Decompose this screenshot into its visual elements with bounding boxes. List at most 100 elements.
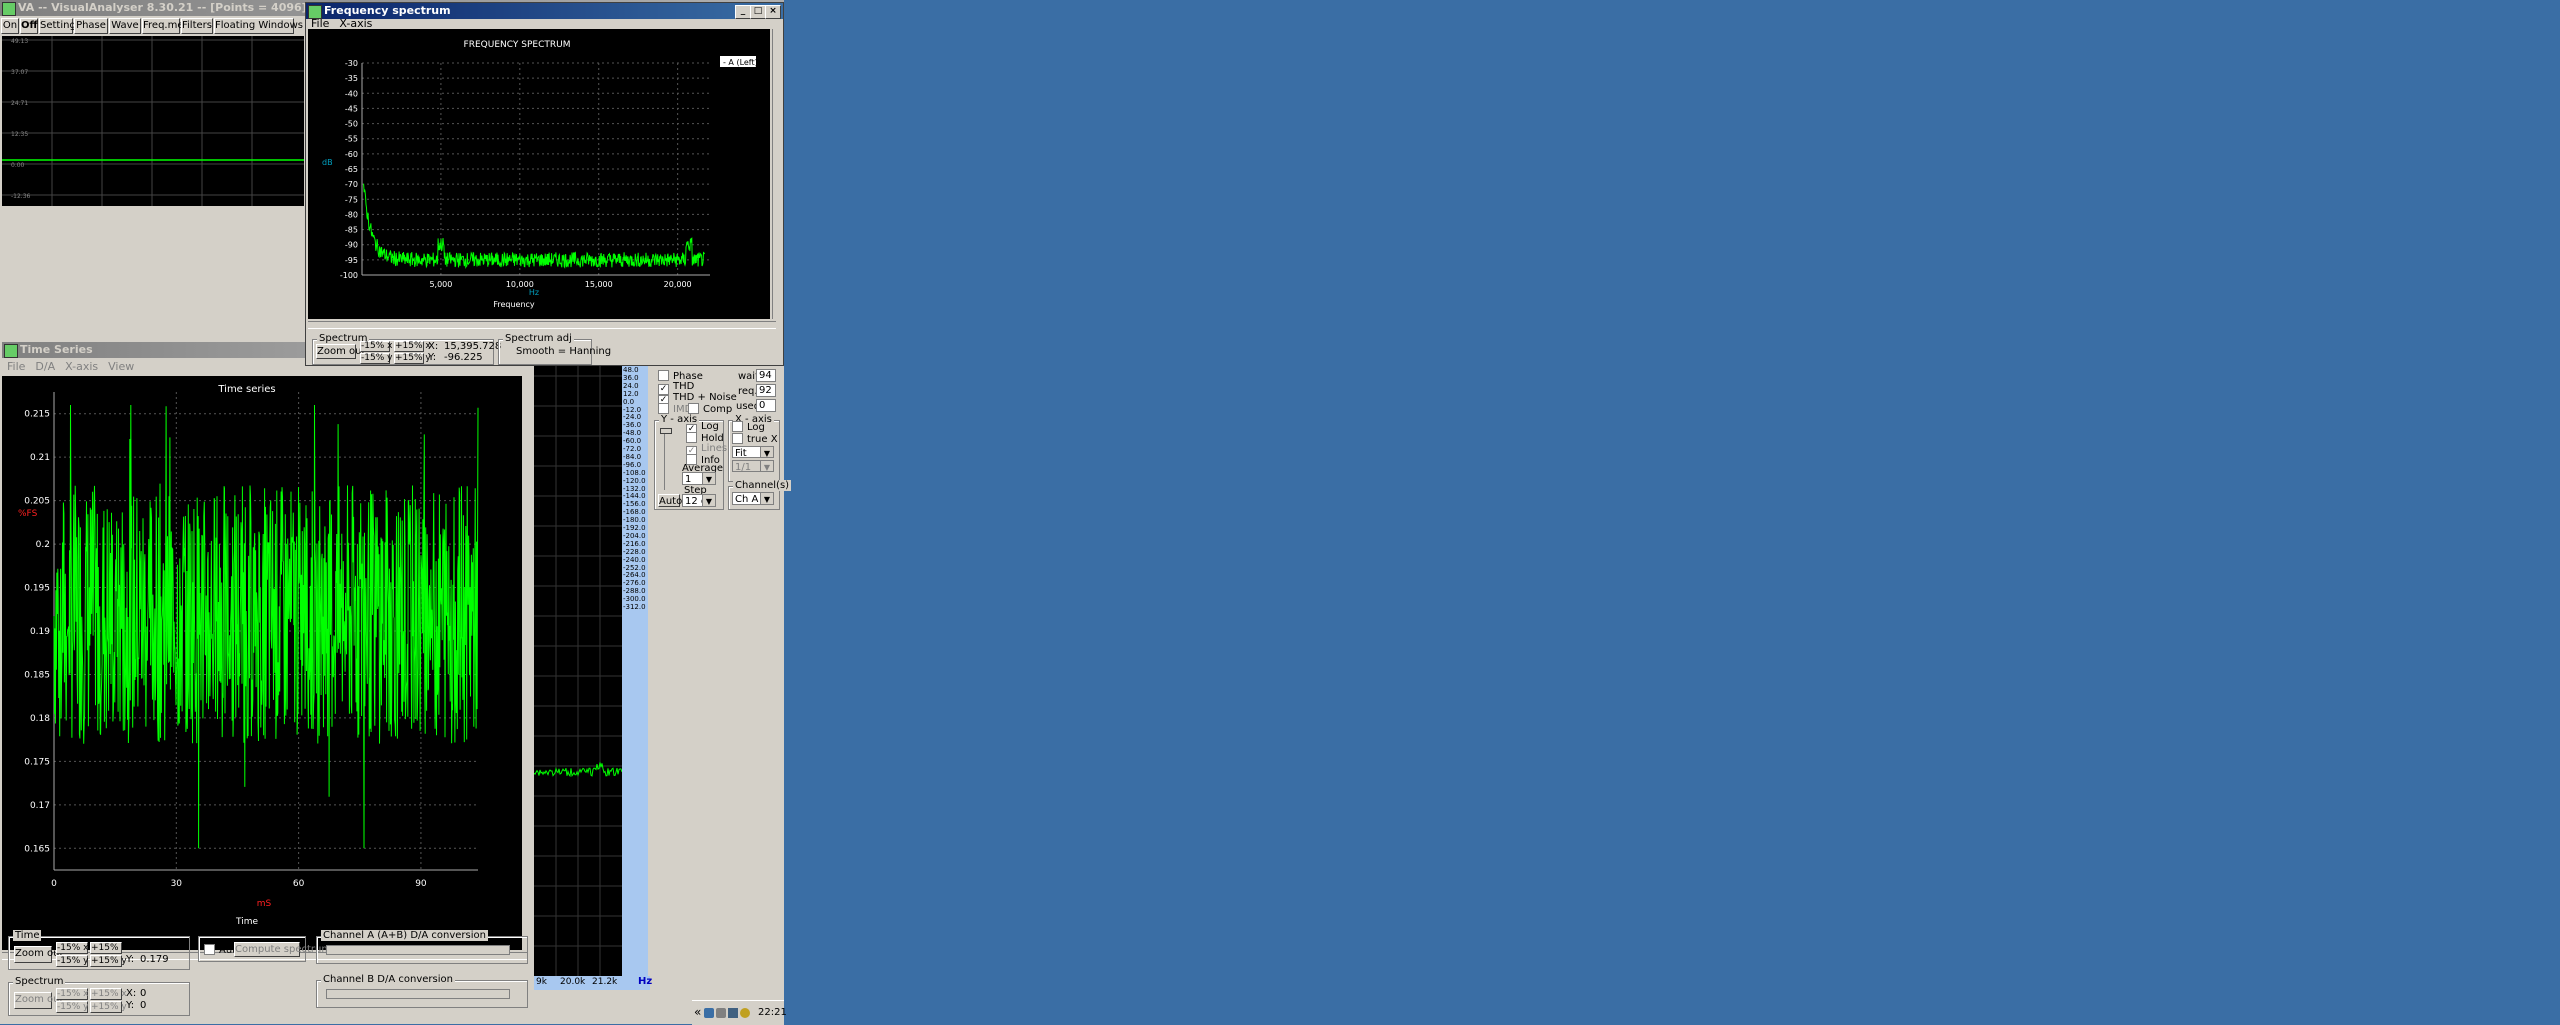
network-icon[interactable] xyxy=(704,1008,714,1018)
fs-minus-x-button[interactable]: -15% x xyxy=(360,341,392,352)
channel-select[interactable]: Ch A ▼ xyxy=(732,492,774,505)
volume-icon[interactable] xyxy=(716,1008,726,1018)
compute-spectrum-button[interactable]: Compute spectrum xyxy=(234,942,331,957)
fs-zoom-out-button[interactable]: Zoom out xyxy=(316,344,365,359)
spec-zoom-out-button[interactable]: Zoom out xyxy=(14,992,63,1009)
step-select[interactable]: 12 dB ▼ xyxy=(682,494,716,507)
monitor-icon[interactable] xyxy=(728,1008,738,1018)
db-scale-tick: -228.0 xyxy=(623,547,646,556)
spec-x-label: X: xyxy=(126,988,137,999)
fit-screen-select[interactable]: Fit screen▼ xyxy=(732,446,774,473)
ts-trace xyxy=(53,404,479,849)
true-x-checkbox[interactable]: true X xyxy=(732,433,778,445)
wait-field[interactable]: 94 xyxy=(756,369,776,382)
channel-chevron-down-icon: ▼ xyxy=(760,493,773,504)
fs-x-value: 15,395.728 xyxy=(444,341,502,352)
hz-label: Hz xyxy=(638,976,653,987)
ratio-select[interactable]: 1/1 ▼ xyxy=(732,460,774,473)
time-series-icon xyxy=(4,344,18,358)
fit-screen-chevron-down-icon: ▼ xyxy=(760,447,773,458)
spectrum-group-ts-label: Spectrum xyxy=(13,976,66,987)
menu-file[interactable]: File xyxy=(7,360,25,373)
scope-y-tick: 49.13 xyxy=(11,38,28,45)
ts-plus-x-button[interactable]: +15% x xyxy=(90,942,127,954)
strip-chart xyxy=(533,366,623,976)
fs-y-tick: -90 xyxy=(345,241,358,250)
time-series-plot[interactable]: Time series 0.215 0.21 0.205 0.2 0.195 0.19 0.1… xyxy=(2,376,522,950)
scope-chart: 49.13 37.07 24.71 12.35 0.00 -12.36 xyxy=(2,36,304,206)
wave-button[interactable]: Wave xyxy=(109,18,141,34)
spectrum-vscroll[interactable] xyxy=(772,29,781,319)
db-scale-tick: 12.0 xyxy=(623,389,639,398)
db-scale-tick: -216.0 xyxy=(623,539,646,548)
close-icon[interactable]: × xyxy=(765,5,781,19)
ts-minus-y-button[interactable]: -15% y xyxy=(56,955,88,967)
fs-plus-x-button[interactable]: +15% x xyxy=(394,341,431,352)
spec-minus-x-button[interactable]: -15% x xyxy=(56,988,88,1000)
time-series-menu: File D/A X-axis View xyxy=(2,359,139,375)
ts-y-tick: 0.19 xyxy=(30,627,50,637)
comp-label: Comp xyxy=(703,404,733,415)
average-chevron-down-icon: ▼ xyxy=(702,473,715,484)
fs-plus-y-button[interactable]: +15% y xyxy=(394,353,431,364)
ts-y-label: %FS xyxy=(18,509,38,519)
ts-y-tick: 0.18 xyxy=(30,714,50,724)
ts-y-tick: 0.21 xyxy=(30,453,50,463)
smooth-label: Smooth = Hanning xyxy=(516,346,612,357)
spec-plus-x-button[interactable]: +15% x xyxy=(90,988,127,1000)
db-scale-tick: -264.0 xyxy=(623,571,646,580)
db-scale-tick: -288.0 xyxy=(623,587,646,596)
fs-y-tick: -100 xyxy=(340,271,358,280)
speaker-icon[interactable] xyxy=(740,1008,750,1018)
channel-b-da-bar xyxy=(326,989,510,999)
menu-x-axis[interactable]: X-axis xyxy=(65,360,98,373)
db-scale-tick: -96.0 xyxy=(623,460,642,469)
db-scale-tick: -144.0 xyxy=(623,492,646,501)
fs-minus-y-button[interactable]: -15% y xyxy=(360,353,392,364)
phase-button[interactable]: Phase xyxy=(74,18,108,34)
fs-y-tick: -60 xyxy=(345,150,358,159)
off-button[interactable]: Off xyxy=(20,18,38,34)
scope-y-tick: 12.35 xyxy=(11,131,28,138)
spectrum-plot[interactable]: FREQUENCY SPECTRUM - A (Left) -30 -35 -40 -45… xyxy=(308,29,770,319)
ts-x-tick: 60 xyxy=(293,879,305,889)
filters-button[interactable]: Filters xyxy=(181,18,213,34)
ratio-value: 1/1 xyxy=(735,462,752,473)
used-field[interactable]: 0 xyxy=(756,399,776,412)
floating-windows-button[interactable]: Floating Windows mode xyxy=(214,18,335,34)
y-axis-slider[interactable] xyxy=(660,428,673,490)
spectrum-hscroll[interactable] xyxy=(308,321,776,329)
spectrum-title-bar[interactable]: Frequency spectrum _ □ × xyxy=(306,3,783,19)
db-scale-tick: -180.0 xyxy=(623,516,646,525)
channel-value: Ch A xyxy=(735,494,759,505)
tray-arrows-icon[interactable]: « xyxy=(694,1005,701,1019)
fs-y-value: -96.225 xyxy=(444,352,483,363)
freq-meter-button[interactable]: Freq.meter xyxy=(142,18,198,34)
ts-zoom-out-button[interactable]: Zoom out xyxy=(14,946,63,963)
settings-button[interactable]: Settings xyxy=(39,18,81,34)
spec-minus-y-button[interactable]: -15% y xyxy=(56,1001,88,1013)
auto-button[interactable]: Auto xyxy=(658,494,682,507)
spec-plus-y-button[interactable]: +15% y xyxy=(90,1001,127,1013)
time-series-title: Time Series xyxy=(20,343,93,356)
x-log-checkbox[interactable]: Log xyxy=(732,421,765,433)
average-select[interactable]: 1 ▼ xyxy=(682,472,716,485)
ts-minus-x-button[interactable]: -15% x xyxy=(56,942,88,954)
minimize-icon[interactable]: _ xyxy=(735,5,751,19)
on-button[interactable]: On xyxy=(1,18,19,34)
menu-view[interactable]: View xyxy=(108,360,134,373)
scope-plot[interactable]: 49.13 37.07 24.71 12.35 0.00 -12.36 xyxy=(2,36,304,206)
db-scale-tick: 48.0 xyxy=(623,366,639,374)
req-field[interactable]: 92 xyxy=(756,384,776,397)
ts-y-tick: 0.215 xyxy=(24,410,50,420)
ts-plus-y-button[interactable]: +15% y xyxy=(90,955,127,967)
ts-x-unit: mS xyxy=(257,899,272,909)
ts-y-tick: 0.2 xyxy=(36,540,50,550)
fs-y-tick: -65 xyxy=(345,165,358,174)
ts-x-tick: 0 xyxy=(51,879,57,889)
y-axis-slider-thumb[interactable] xyxy=(660,428,672,434)
db-scale-tick: -108.0 xyxy=(623,468,646,477)
ts-y-tick: 0.17 xyxy=(30,801,50,811)
maximize-icon[interactable]: □ xyxy=(750,5,766,19)
menu-da[interactable]: D/A xyxy=(35,360,55,373)
